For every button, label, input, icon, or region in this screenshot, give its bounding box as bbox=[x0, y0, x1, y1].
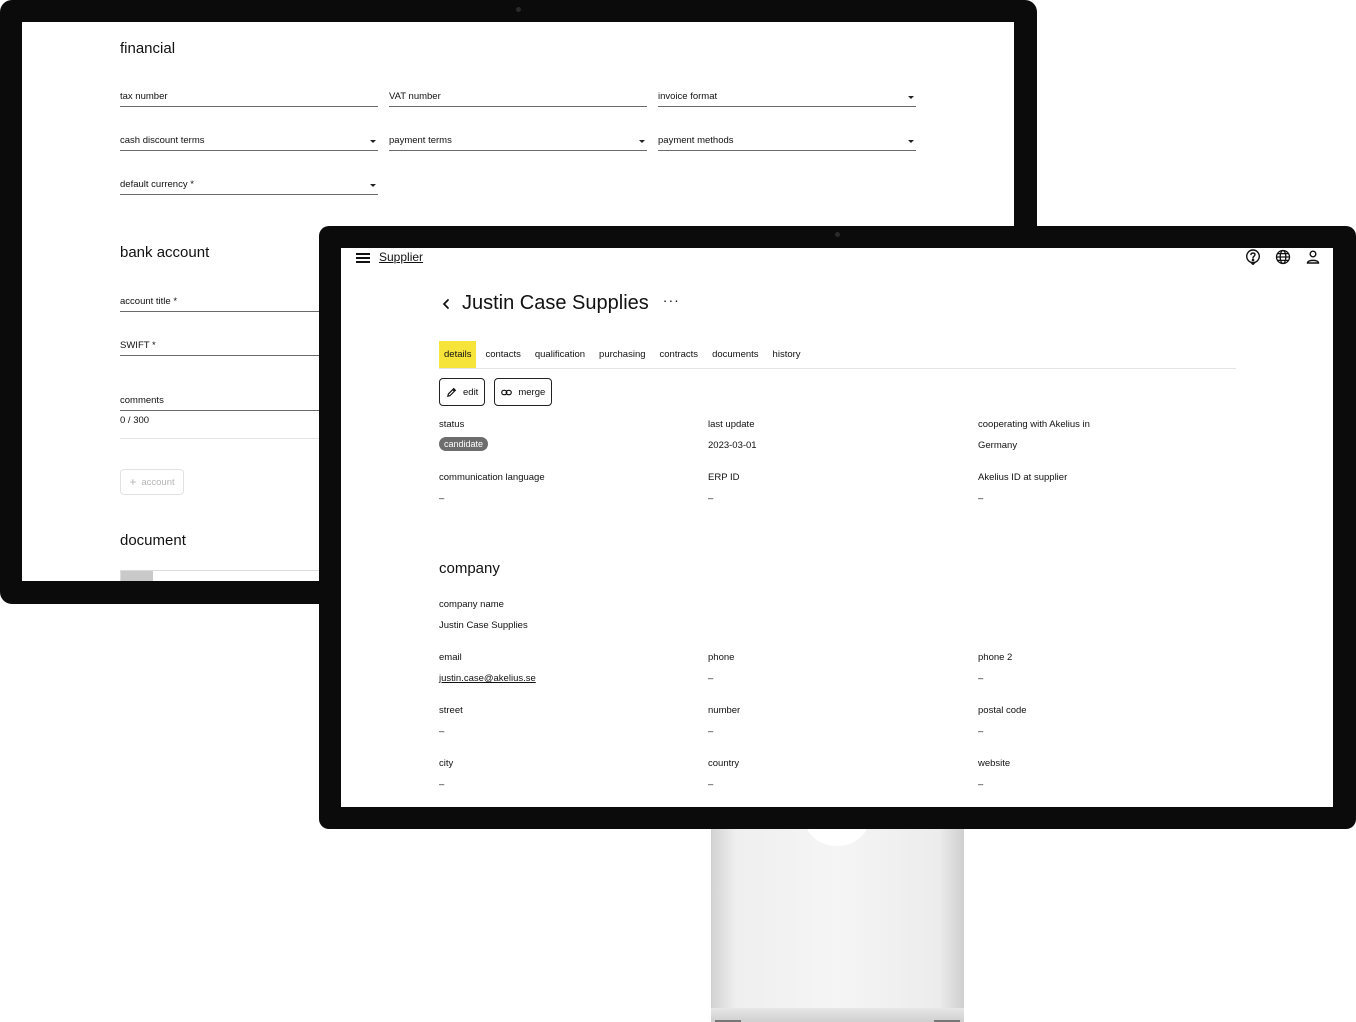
communication-language-value: – bbox=[439, 493, 445, 504]
payment-terms-label: payment terms bbox=[389, 135, 452, 146]
city-label: city bbox=[439, 758, 454, 769]
add-account-button[interactable]: + account bbox=[120, 469, 184, 495]
city-value: – bbox=[439, 779, 445, 790]
page-title: Justin Case Supplies bbox=[462, 292, 649, 314]
phone-value: – bbox=[708, 673, 714, 684]
last-update-label: last update bbox=[708, 419, 755, 430]
action-buttons: edit merge bbox=[439, 378, 553, 406]
postal-code-value: – bbox=[978, 726, 984, 737]
tab-contacts[interactable]: contacts bbox=[478, 341, 527, 368]
tab-history[interactable]: history bbox=[766, 341, 808, 368]
add-account-label: account bbox=[141, 476, 175, 488]
camera bbox=[516, 7, 521, 12]
caret-down-icon bbox=[370, 140, 376, 143]
top-bar: Supplier bbox=[341, 248, 1333, 268]
caret-down-icon bbox=[639, 140, 645, 143]
caret-down-icon bbox=[908, 140, 914, 143]
number-value: – bbox=[708, 726, 714, 737]
document-heading: document bbox=[120, 532, 186, 549]
invoice-format-select[interactable]: invoice format bbox=[658, 85, 916, 107]
country-value: – bbox=[708, 779, 714, 790]
phone-label: phone bbox=[708, 652, 735, 663]
chevron-left-icon[interactable] bbox=[439, 297, 453, 311]
last-update-value: 2023-03-01 bbox=[708, 440, 757, 451]
cooperating-label: cooperating with Akelius in bbox=[978, 419, 1090, 430]
edit-label: edit bbox=[463, 386, 479, 398]
app-title-link[interactable]: Supplier bbox=[379, 250, 423, 264]
camera bbox=[835, 232, 840, 237]
vat-number-field[interactable]: VAT number bbox=[389, 85, 647, 107]
email-label: email bbox=[439, 652, 462, 663]
cash-discount-terms-label: cash discount terms bbox=[120, 135, 205, 146]
default-currency-label: default currency * bbox=[120, 179, 194, 190]
page-header: Justin Case Supplies ··· bbox=[439, 292, 680, 315]
tax-number-field[interactable]: tax number bbox=[120, 85, 378, 107]
payment-methods-select[interactable]: payment methods bbox=[658, 129, 916, 151]
pencil-icon bbox=[447, 387, 457, 397]
company-name-value: Justin Case Supplies bbox=[439, 620, 528, 631]
postal-code-label: postal code bbox=[978, 705, 1027, 716]
edit-button[interactable]: edit bbox=[439, 378, 486, 406]
front-monitor: Supplier Justin Case Supplies ··· detail… bbox=[319, 226, 1356, 829]
globe-icon[interactable] bbox=[1275, 249, 1291, 265]
erp-id-value: – bbox=[708, 493, 714, 504]
more-options-icon[interactable]: ··· bbox=[663, 292, 680, 308]
website-value: – bbox=[978, 779, 984, 790]
tab-bar: details contacts qualification purchasin… bbox=[439, 341, 1236, 369]
comments-counter: 0 / 300 bbox=[120, 415, 150, 426]
hamburger-menu-icon[interactable] bbox=[356, 253, 370, 263]
tab-details[interactable]: details bbox=[439, 341, 477, 368]
caret-down-icon bbox=[370, 184, 376, 187]
merge-button[interactable]: merge bbox=[494, 378, 553, 406]
communication-language-label: communication language bbox=[439, 472, 545, 483]
link-icon bbox=[501, 389, 513, 395]
street-label: street bbox=[439, 705, 463, 716]
country-label: country bbox=[708, 758, 740, 769]
caret-down-icon bbox=[908, 96, 914, 99]
swift-label: SWIFT * bbox=[120, 340, 156, 351]
erp-id-label: ERP ID bbox=[708, 472, 740, 483]
company-heading: company bbox=[439, 560, 500, 577]
tab-qualification[interactable]: qualification bbox=[528, 341, 592, 368]
default-currency-select[interactable]: default currency * bbox=[120, 173, 378, 195]
user-icon[interactable] bbox=[1305, 249, 1321, 265]
akelius-id-label: Akelius ID at supplier bbox=[978, 472, 1068, 483]
street-value: – bbox=[439, 726, 445, 737]
top-icons bbox=[1245, 249, 1321, 265]
phone2-value: – bbox=[978, 673, 984, 684]
account-title-label: account title * bbox=[120, 296, 178, 307]
comments-label: comments bbox=[120, 395, 164, 406]
company-name-label: company name bbox=[439, 599, 504, 610]
stand-base bbox=[711, 1008, 964, 1022]
help-icon[interactable] bbox=[1245, 249, 1261, 265]
vat-number-label: VAT number bbox=[389, 91, 441, 102]
document-thumbnail bbox=[121, 571, 153, 581]
tab-contracts[interactable]: contracts bbox=[653, 341, 706, 368]
plus-icon: + bbox=[129, 475, 137, 489]
website-label: website bbox=[978, 758, 1011, 769]
status-badge: candidate bbox=[439, 437, 489, 451]
monitor-stand bbox=[711, 792, 964, 1022]
merge-label: merge bbox=[518, 386, 546, 398]
bank-account-heading: bank account bbox=[120, 244, 210, 261]
payment-methods-label: payment methods bbox=[658, 135, 734, 146]
payment-terms-select[interactable]: payment terms bbox=[389, 129, 647, 151]
status-label: status bbox=[439, 419, 465, 430]
front-screen: Supplier Justin Case Supplies ··· detail… bbox=[341, 248, 1333, 807]
financial-heading: financial bbox=[120, 40, 176, 57]
tab-purchasing[interactable]: purchasing bbox=[592, 341, 652, 368]
phone2-label: phone 2 bbox=[978, 652, 1013, 663]
cash-discount-terms-select[interactable]: cash discount terms bbox=[120, 129, 378, 151]
akelius-id-value: – bbox=[978, 493, 984, 504]
tax-number-label: tax number bbox=[120, 91, 168, 102]
invoice-format-label: invoice format bbox=[658, 91, 718, 102]
tab-documents[interactable]: documents bbox=[705, 341, 765, 368]
cooperating-value: Germany bbox=[978, 440, 1018, 451]
number-label: number bbox=[708, 705, 741, 716]
email-link[interactable]: justin.case@akelius.se bbox=[439, 673, 536, 684]
